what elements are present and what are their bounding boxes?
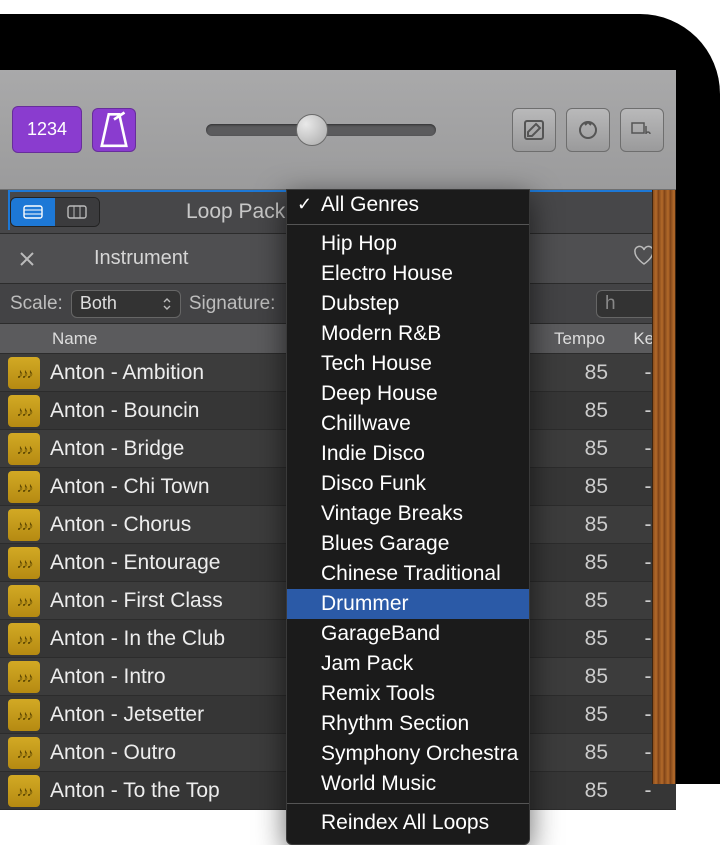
close-icon	[17, 249, 37, 269]
col-tempo[interactable]: Tempo	[550, 329, 620, 349]
view-mode-segmented	[10, 197, 100, 227]
menu-item[interactable]: Chillwave	[287, 409, 529, 439]
clear-filters-button[interactable]	[10, 242, 44, 276]
loop-tempo: 85	[550, 589, 620, 613]
menu-item-label: Rhythm Section	[321, 712, 469, 736]
loop-pack-dropdown[interactable]: Loop Pack	[186, 200, 285, 224]
updown-icon	[162, 297, 172, 311]
check-icon: ✓	[297, 194, 312, 215]
media-icon	[630, 118, 654, 142]
loop-type-icon[interactable]: ♪♪♪	[8, 395, 40, 427]
loop-tempo: 85	[550, 703, 620, 727]
tab-instrument[interactable]: Instrument	[54, 247, 228, 270]
loop-type-icon[interactable]: ♪♪♪	[8, 623, 40, 655]
menu-item[interactable]: Modern R&B	[287, 319, 529, 349]
loop-icon	[576, 118, 600, 142]
loop-type-icon[interactable]: ♪♪♪	[8, 699, 40, 731]
loop-tempo: 85	[550, 361, 620, 385]
view-button-list[interactable]	[11, 198, 55, 226]
menu-item[interactable]: Blues Garage	[287, 529, 529, 559]
menu-item-label: Chillwave	[321, 412, 411, 436]
menu-item[interactable]: Vintage Breaks	[287, 499, 529, 529]
menu-item-label: Indie Disco	[321, 442, 425, 466]
loop-browser-button[interactable]	[566, 108, 610, 152]
menu-item-label: Chinese Traditional	[321, 562, 501, 586]
menu-item-label: Modern R&B	[321, 322, 441, 346]
menu-separator	[287, 224, 529, 225]
loop-tempo: 85	[550, 475, 620, 499]
menu-item-label: Blues Garage	[321, 532, 449, 556]
menu-item-label: Reindex All Loops	[321, 811, 489, 835]
media-browser-button[interactable]	[620, 108, 664, 152]
loop-type-icon[interactable]: ♪♪♪	[8, 737, 40, 769]
menu-item[interactable]: Rhythm Section	[287, 709, 529, 739]
menu-item[interactable]: Chinese Traditional	[287, 559, 529, 589]
menu-item-label: Hip Hop	[321, 232, 397, 256]
loop-tempo: 85	[550, 627, 620, 651]
loop-tempo: 85	[550, 437, 620, 461]
menu-item[interactable]: Jam Pack	[287, 649, 529, 679]
menu-item[interactable]: Dubstep	[287, 289, 529, 319]
menu-item-label: Vintage Breaks	[321, 502, 463, 526]
menu-item-label: Remix Tools	[321, 682, 435, 706]
loop-tempo: 85	[550, 741, 620, 765]
menu-item-label: Disco Funk	[321, 472, 426, 496]
edit-icon	[522, 118, 546, 142]
menu-item[interactable]: Reindex All Loops	[287, 808, 529, 838]
menu-item-label: GarageBand	[321, 622, 440, 646]
menu-item-label: Drummer	[321, 592, 409, 616]
loop-tempo: 85	[550, 665, 620, 689]
list-icon	[23, 205, 43, 219]
loop-tempo: 85	[550, 779, 620, 803]
menu-item-label: Dubstep	[321, 292, 399, 316]
menu-item[interactable]: Deep House	[287, 379, 529, 409]
menu-item[interactable]: GarageBand	[287, 619, 529, 649]
metronome-button[interactable]	[92, 108, 136, 152]
scale-select-value: Both	[80, 293, 117, 314]
menu-item[interactable]: Drummer	[287, 589, 529, 619]
menu-item[interactable]: Tech House	[287, 349, 529, 379]
master-slider[interactable]	[206, 124, 436, 136]
menu-item[interactable]: ✓ All Genres	[287, 190, 529, 220]
menu-item[interactable]: World Music	[287, 769, 529, 799]
metronome-icon	[93, 109, 135, 151]
menu-item[interactable]: Disco Funk	[287, 469, 529, 499]
loop-type-icon[interactable]: ♪♪♪	[8, 547, 40, 579]
loop-type-icon[interactable]: ♪♪♪	[8, 357, 40, 389]
slider-thumb[interactable]	[296, 114, 328, 146]
loop-type-icon[interactable]: ♪♪♪	[8, 471, 40, 503]
loop-tempo: 85	[550, 399, 620, 423]
count-in-button[interactable]: 1234	[12, 106, 82, 153]
menu-item[interactable]: Hip Hop	[287, 229, 529, 259]
loop-type-icon[interactable]: ♪♪♪	[8, 433, 40, 465]
editor-button[interactable]	[512, 108, 556, 152]
loop-type-icon[interactable]: ♪♪♪	[8, 661, 40, 693]
loop-type-icon[interactable]: ♪♪♪	[8, 585, 40, 617]
menu-item-label: All Genres	[321, 193, 419, 217]
wood-divider	[652, 190, 676, 784]
menu-item-label: Jam Pack	[321, 652, 413, 676]
view-button-grid[interactable]	[55, 198, 99, 226]
menu-item[interactable]: Symphony Orchestra	[287, 739, 529, 769]
signature-label: Signature:	[189, 293, 276, 315]
menu-item-label: Tech House	[321, 352, 432, 376]
grid-icon	[67, 205, 87, 219]
menu-item-label: Electro House	[321, 262, 453, 286]
menu-item-label: Deep House	[321, 382, 438, 406]
loop-tempo: 85	[550, 513, 620, 537]
menu-item[interactable]: Electro House	[287, 259, 529, 289]
scale-select[interactable]: Both	[71, 290, 181, 318]
genre-menu: ✓ All Genres Hip Hop Electro House Dubstep Mo…	[286, 189, 530, 845]
menu-separator	[287, 803, 529, 804]
menu-item-label: Symphony Orchestra	[321, 742, 518, 766]
menu-item-label: World Music	[321, 772, 436, 796]
scale-label: Scale:	[10, 293, 63, 315]
menu-item[interactable]: Indie Disco	[287, 439, 529, 469]
loop-type-icon[interactable]: ♪♪♪	[8, 775, 40, 807]
loop-type-icon[interactable]: ♪♪♪	[8, 509, 40, 541]
main-toolbar: 1234	[0, 70, 676, 190]
menu-item[interactable]: Remix Tools	[287, 679, 529, 709]
loop-tempo: 85	[550, 551, 620, 575]
